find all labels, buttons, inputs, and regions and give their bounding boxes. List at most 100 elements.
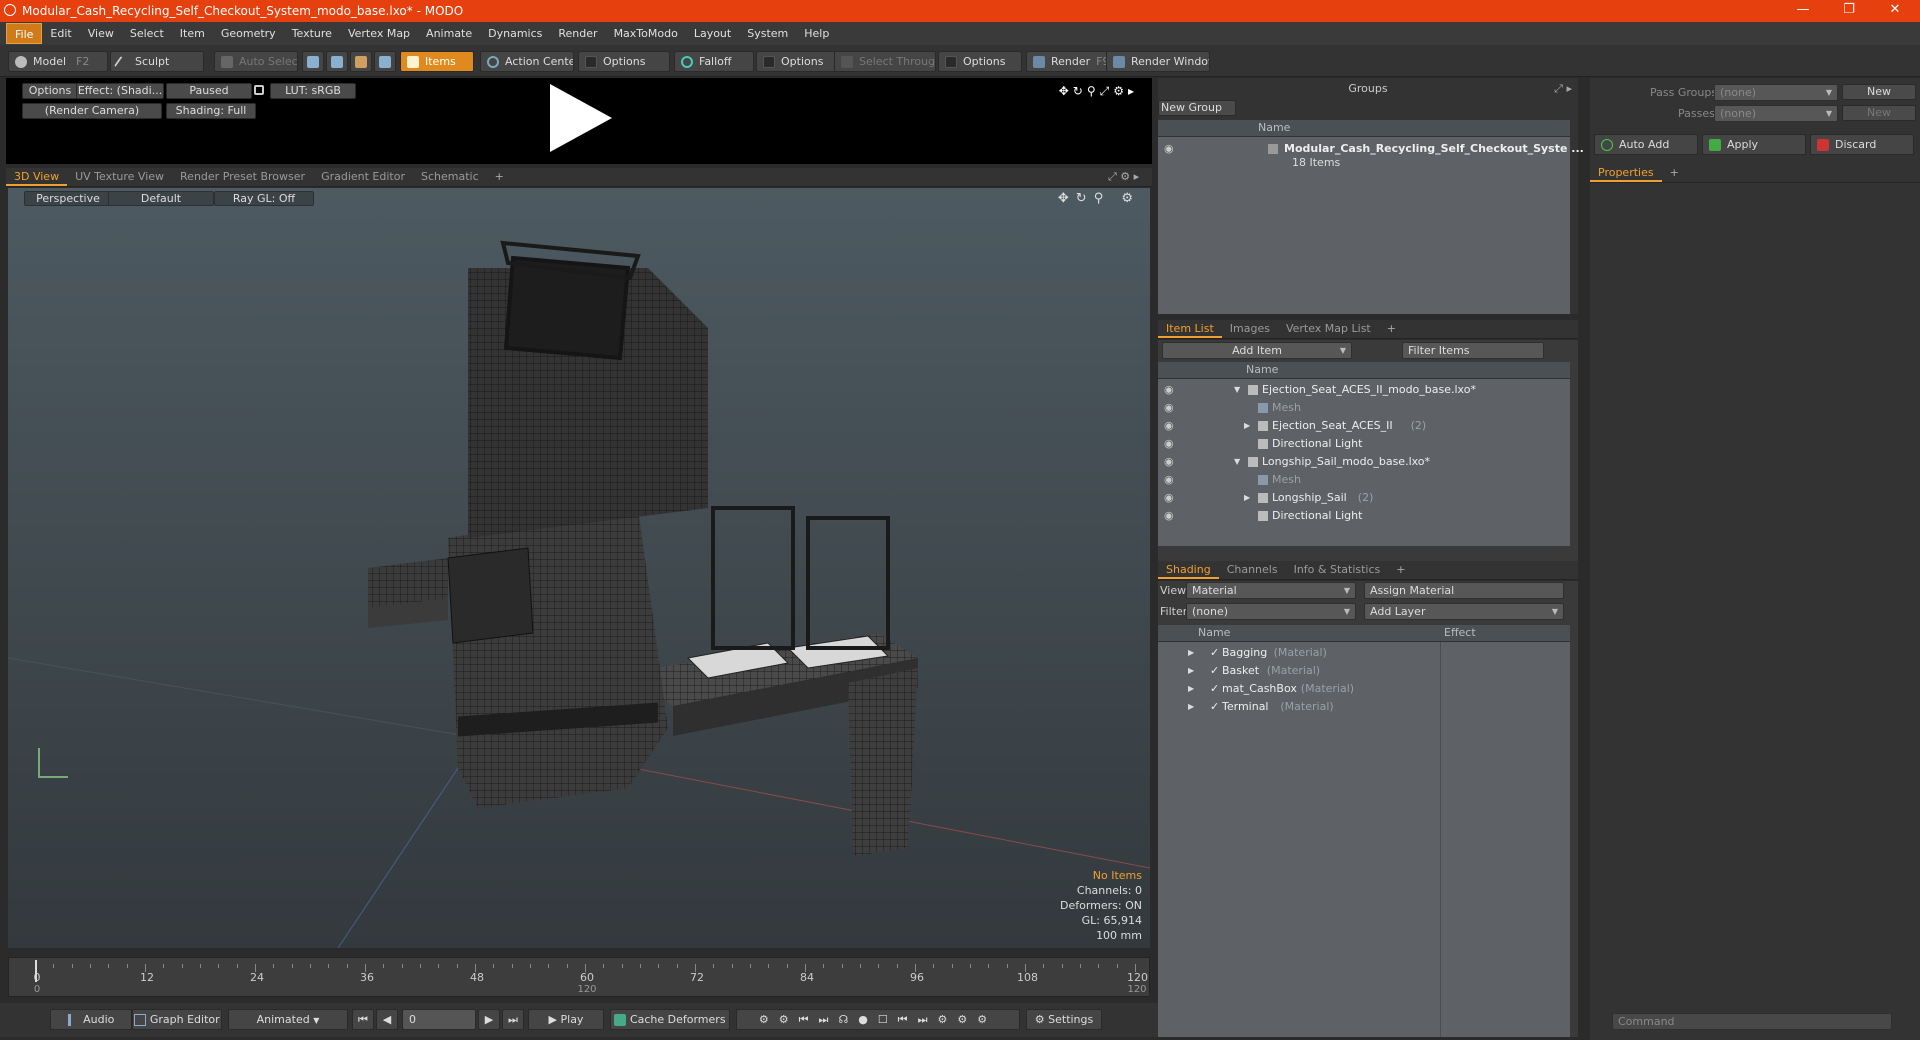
animated-dropdown[interactable]: Animated ▼ bbox=[228, 1009, 348, 1030]
tab-gradient-editor[interactable]: Gradient Editor bbox=[313, 169, 413, 186]
select-options-button[interactable]: Options bbox=[938, 51, 1022, 72]
checkmark-icon[interactable]: ✓ bbox=[1210, 698, 1219, 716]
item-list-row[interactable]: ◉ Mesh bbox=[1158, 399, 1570, 417]
menu-select[interactable]: Select bbox=[122, 23, 172, 44]
menu-render[interactable]: Render bbox=[550, 23, 605, 44]
render-camera-dropdown[interactable]: (Render Camera) bbox=[22, 103, 162, 119]
filter-dropdown[interactable]: (none) ▼ bbox=[1186, 603, 1356, 620]
tab-channels[interactable]: Channels bbox=[1219, 562, 1286, 579]
item-list-row[interactable]: ◉ ▶ Ejection_Seat_ACES_II (2) bbox=[1158, 417, 1570, 435]
lock-icon[interactable] bbox=[254, 85, 264, 95]
menu-file[interactable]: File bbox=[6, 23, 43, 44]
menu-texture[interactable]: Texture bbox=[284, 23, 340, 44]
eye-icon[interactable]: ◉ bbox=[1164, 417, 1174, 435]
falloff-button[interactable]: Falloff bbox=[674, 51, 754, 72]
effect-dropdown[interactable]: Effect: (Shadi... bbox=[76, 83, 164, 99]
tab-vertex-map-list[interactable]: Vertex Map List bbox=[1278, 321, 1379, 338]
settings-button[interactable]: ⚙ Settings bbox=[1026, 1009, 1102, 1030]
item-list-row[interactable]: ◉ ▼ Longship_Sail_modo_base.lxo* bbox=[1158, 453, 1570, 471]
item-list-row[interactable]: ◉ ▶ Longship_Sail (2) bbox=[1158, 489, 1570, 507]
minimize-button[interactable]: — bbox=[1780, 0, 1826, 22]
timeline-cursor[interactable] bbox=[35, 960, 37, 982]
preview-options-button[interactable]: Options bbox=[22, 83, 78, 99]
menu-system[interactable]: System bbox=[739, 23, 796, 44]
audio-button[interactable]: Audio bbox=[50, 1009, 132, 1030]
key-icons-group[interactable]: ⚙⚙⏮⏭☊●☐⏮⏭⚙⚙⚙ bbox=[736, 1009, 1020, 1030]
step-forward-button[interactable]: ▶ bbox=[478, 1009, 500, 1030]
model-mode-button[interactable]: Model F2 bbox=[8, 51, 108, 72]
play-button[interactable]: ▶ Play bbox=[528, 1009, 604, 1030]
lut-dropdown[interactable]: LUT: sRGB bbox=[270, 83, 356, 99]
render-button[interactable]: RenderF9 bbox=[1026, 51, 1108, 72]
groups-header-icons[interactable]: ⤢ ▸ bbox=[1554, 82, 1572, 96]
add-layer-dropdown[interactable]: Add Layer ▼ bbox=[1364, 603, 1564, 620]
eye-icon[interactable]: ◉ bbox=[1164, 381, 1174, 399]
eye-icon[interactable]: ◉ bbox=[1164, 140, 1174, 158]
cache-deformers-button[interactable]: Cache Deformers bbox=[610, 1009, 730, 1030]
menu-edit[interactable]: Edit bbox=[42, 23, 79, 44]
auto-add-button[interactable]: Auto Add bbox=[1594, 134, 1698, 155]
shading-row[interactable]: ▶ ✓ Basket (Material) bbox=[1158, 662, 1438, 680]
checkmark-icon[interactable]: ✓ bbox=[1210, 662, 1219, 680]
new-pass-group-button[interactable]: New bbox=[1842, 84, 1916, 100]
3d-viewport[interactable]: Perspective Default Ray GL: Off ✥↻⚲ ⚙ No… bbox=[8, 188, 1150, 948]
checkmark-icon[interactable]: ✓ bbox=[1210, 680, 1219, 698]
graph-editor-button[interactable]: Graph Editor bbox=[132, 1009, 222, 1030]
apply-button[interactable]: Apply bbox=[1702, 134, 1806, 155]
render-window-button[interactable]: Render Window bbox=[1106, 51, 1210, 72]
vertices-mode-button[interactable] bbox=[302, 51, 324, 72]
menu-view[interactable]: View bbox=[80, 23, 122, 44]
chevron-right-icon[interactable]: ▶ bbox=[1188, 662, 1194, 680]
shading-dropdown[interactable]: Shading: Full bbox=[166, 103, 256, 119]
menu-dynamics[interactable]: Dynamics bbox=[480, 23, 550, 44]
shading-row[interactable]: ▶ ✓ mat_CashBox (Material) bbox=[1158, 680, 1438, 698]
step-back-button[interactable]: ◀ bbox=[376, 1009, 398, 1030]
new-pass-button[interactable]: New bbox=[1842, 105, 1916, 121]
frame-field[interactable]: 0 bbox=[402, 1009, 476, 1030]
tab-images[interactable]: Images bbox=[1222, 321, 1278, 338]
select-through-button[interactable]: Select Through bbox=[834, 51, 936, 72]
eye-icon[interactable]: ◉ bbox=[1164, 399, 1174, 417]
menu-maxtomodo[interactable]: MaxToModo bbox=[606, 23, 686, 44]
timeline[interactable]: 0 12 24 36 48 60 72 84 96 108 120 0 120 120 bbox=[8, 957, 1150, 997]
passes-dropdown[interactable]: (none) ▼ bbox=[1714, 105, 1838, 122]
paused-button[interactable]: Paused bbox=[166, 83, 252, 99]
command-input[interactable]: Command bbox=[1612, 1013, 1892, 1030]
view-dropdown[interactable]: Material ▼ bbox=[1186, 582, 1356, 599]
eye-icon[interactable]: ◉ bbox=[1164, 471, 1174, 489]
pass-groups-dropdown[interactable]: (none) ▼ bbox=[1714, 84, 1838, 101]
tab-3d-view[interactable]: 3D View bbox=[6, 169, 68, 186]
tab-uv-texture-view[interactable]: UV Texture View bbox=[67, 169, 172, 186]
sculpt-mode-button[interactable]: Sculpt bbox=[110, 51, 204, 72]
menu-animate[interactable]: Animate bbox=[418, 23, 480, 44]
chevron-right-icon[interactable]: ▶ bbox=[1188, 644, 1194, 662]
action-center-button[interactable]: Action Center bbox=[480, 51, 574, 72]
tab-properties[interactable]: Properties bbox=[1590, 165, 1662, 182]
play-icon[interactable] bbox=[550, 84, 612, 152]
eye-icon[interactable]: ◉ bbox=[1164, 489, 1174, 507]
polygons-mode-button[interactable] bbox=[350, 51, 372, 72]
add-item-button[interactable]: Add Item ▼ bbox=[1162, 342, 1352, 359]
item-list-row[interactable]: ◉ Directional Light bbox=[1158, 435, 1570, 453]
checkmark-icon[interactable]: ✓ bbox=[1210, 644, 1219, 662]
falloff-options-button[interactable]: Options bbox=[756, 51, 836, 72]
assign-material-button[interactable]: Assign Material bbox=[1364, 582, 1564, 599]
tab-add[interactable]: + bbox=[1388, 562, 1413, 579]
tab-schematic[interactable]: Schematic bbox=[413, 169, 487, 186]
tab-info-statistics[interactable]: Info & Statistics bbox=[1286, 562, 1389, 579]
filter-items-input[interactable]: Filter Items bbox=[1402, 342, 1544, 359]
edges-mode-button[interactable] bbox=[326, 51, 348, 72]
menu-item[interactable]: Item bbox=[172, 23, 213, 44]
shading-row[interactable]: ▶ ✓ Bagging (Material) bbox=[1158, 644, 1438, 662]
tab-render-preset-browser[interactable]: Render Preset Browser bbox=[172, 169, 313, 186]
groups-row[interactable]: ◉ Modular_Cash_Recycling_Self_Checkout_S… bbox=[1158, 140, 1584, 169]
close-button[interactable]: ✕ bbox=[1872, 0, 1918, 22]
tab-add[interactable]: + bbox=[487, 169, 512, 186]
tab-shading[interactable]: Shading bbox=[1158, 562, 1219, 579]
item-list-row[interactable]: ◉ Directional Light bbox=[1158, 507, 1570, 525]
chevron-right-icon[interactable]: ▶ bbox=[1244, 417, 1250, 435]
view-tab-icons[interactable]: ⤢ ⚙ ▸ bbox=[1108, 170, 1139, 184]
menu-geometry[interactable]: Geometry bbox=[213, 23, 284, 44]
menu-layout[interactable]: Layout bbox=[686, 23, 739, 44]
go-to-start-button[interactable]: ⏮ bbox=[352, 1009, 374, 1030]
